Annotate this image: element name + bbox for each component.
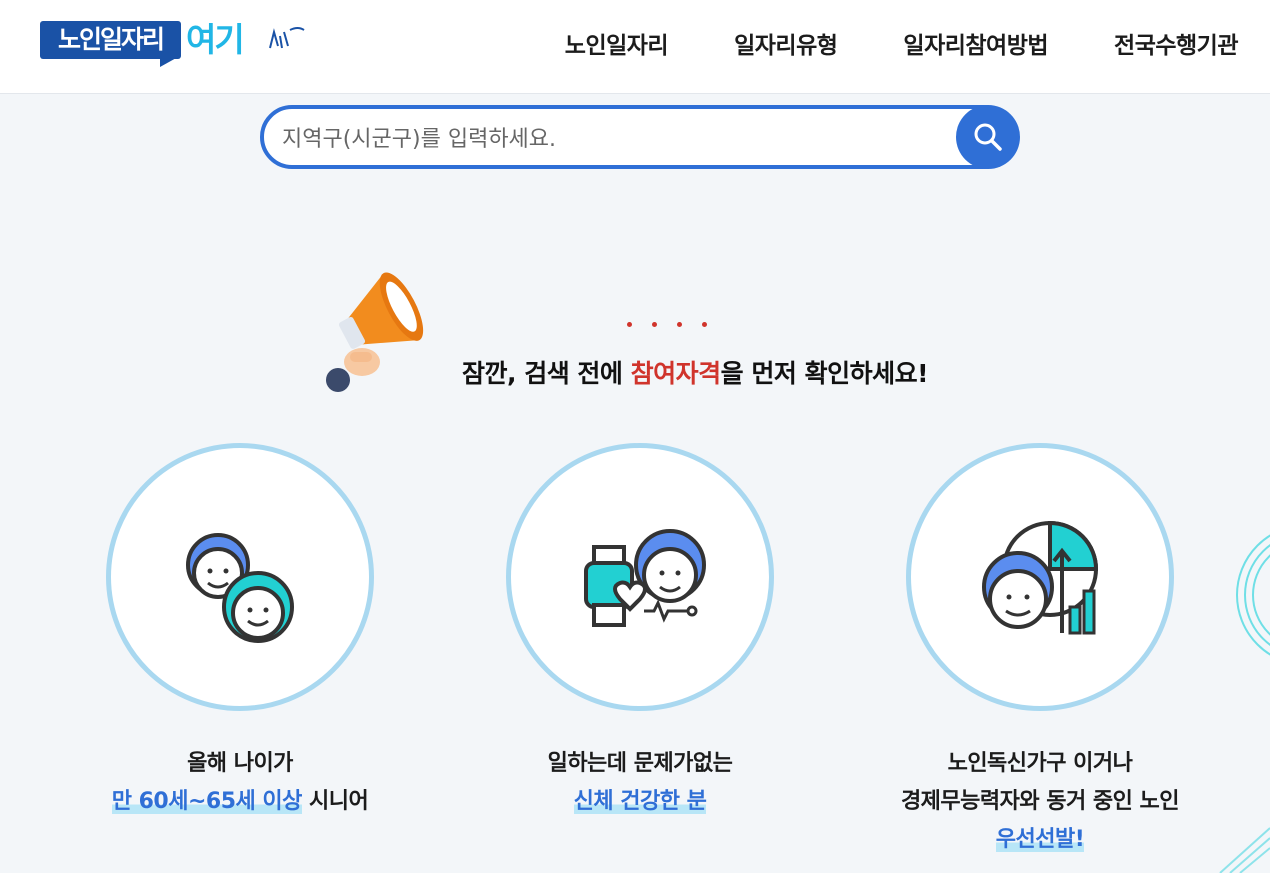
notice-prefix: 잠깐, 검색 전에 bbox=[462, 359, 631, 388]
card-caption: 노인독신가구 이거나 경제무능력자와 동거 중인 노인 우선선발! bbox=[840, 745, 1240, 859]
search-icon bbox=[974, 123, 1002, 151]
seniors-couple-icon bbox=[186, 533, 294, 643]
logo-hand-icon bbox=[269, 27, 305, 49]
nav-item-how-to-apply[interactable]: 일자리참여방법 bbox=[903, 26, 1048, 60]
emphasis-dots bbox=[627, 322, 707, 327]
logo-tail-shape bbox=[160, 57, 178, 67]
notice-highlight: 참여자격 bbox=[630, 359, 722, 388]
nav-item-senior-jobs[interactable]: 노인일자리 bbox=[565, 26, 669, 60]
nav-item-job-types[interactable]: 일자리유형 bbox=[734, 26, 838, 60]
site-header: 노인일자리 여기 노인일자리 일자리유형 일자리참여방법 전국수행기관 bbox=[0, 0, 1270, 94]
search-input[interactable] bbox=[280, 121, 944, 157]
card-circle bbox=[906, 443, 1174, 711]
senior-chart-icon bbox=[982, 520, 1099, 635]
decorative-rings bbox=[1236, 534, 1270, 656]
decorative-lines bbox=[1219, 827, 1270, 873]
search-field bbox=[260, 105, 1016, 169]
caption-line-1: 일하는데 문제가없는 bbox=[547, 751, 733, 776]
caption-line-1: 노인독신가구 이거나 bbox=[947, 751, 1133, 776]
search-button[interactable] bbox=[956, 105, 1020, 169]
caption-line-2: 시니어 bbox=[301, 789, 369, 814]
card-caption: 올해 나이가 만 60세~65세 이상 시니어 bbox=[40, 745, 440, 821]
card-circle bbox=[506, 443, 774, 711]
logo-accent-text: 여기 bbox=[186, 20, 245, 59]
smartwatch-health-icon bbox=[584, 529, 706, 627]
logo-text: 노인일자리 bbox=[40, 21, 181, 59]
caption-highlight: 우선선발! bbox=[995, 827, 1085, 852]
caption-line-2: 경제무능력자와 동거 중인 노인 bbox=[900, 789, 1180, 814]
card-caption: 일하는데 문제가없는 신체 건강한 분 bbox=[440, 745, 840, 821]
card-circle bbox=[106, 443, 374, 711]
caption-highlight: 신체 건강한 분 bbox=[573, 789, 707, 814]
main-nav: 노인일자리 일자리유형 일자리참여방법 전국수행기관 bbox=[565, 26, 1239, 60]
nav-item-agencies[interactable]: 전국수행기관 bbox=[1114, 26, 1238, 60]
search-bar bbox=[260, 105, 1020, 173]
caption-highlight: 만 60세~65세 이상 bbox=[111, 789, 302, 814]
notice-suffix: 을 먼저 확인하세요! bbox=[720, 359, 929, 388]
logo[interactable]: 노인일자리 여기 bbox=[40, 18, 310, 70]
eligibility-notice: 잠깐, 검색 전에 참여자격을 먼저 확인하세요! bbox=[0, 354, 1270, 390]
caption-line-1: 올해 나이가 bbox=[187, 751, 293, 776]
